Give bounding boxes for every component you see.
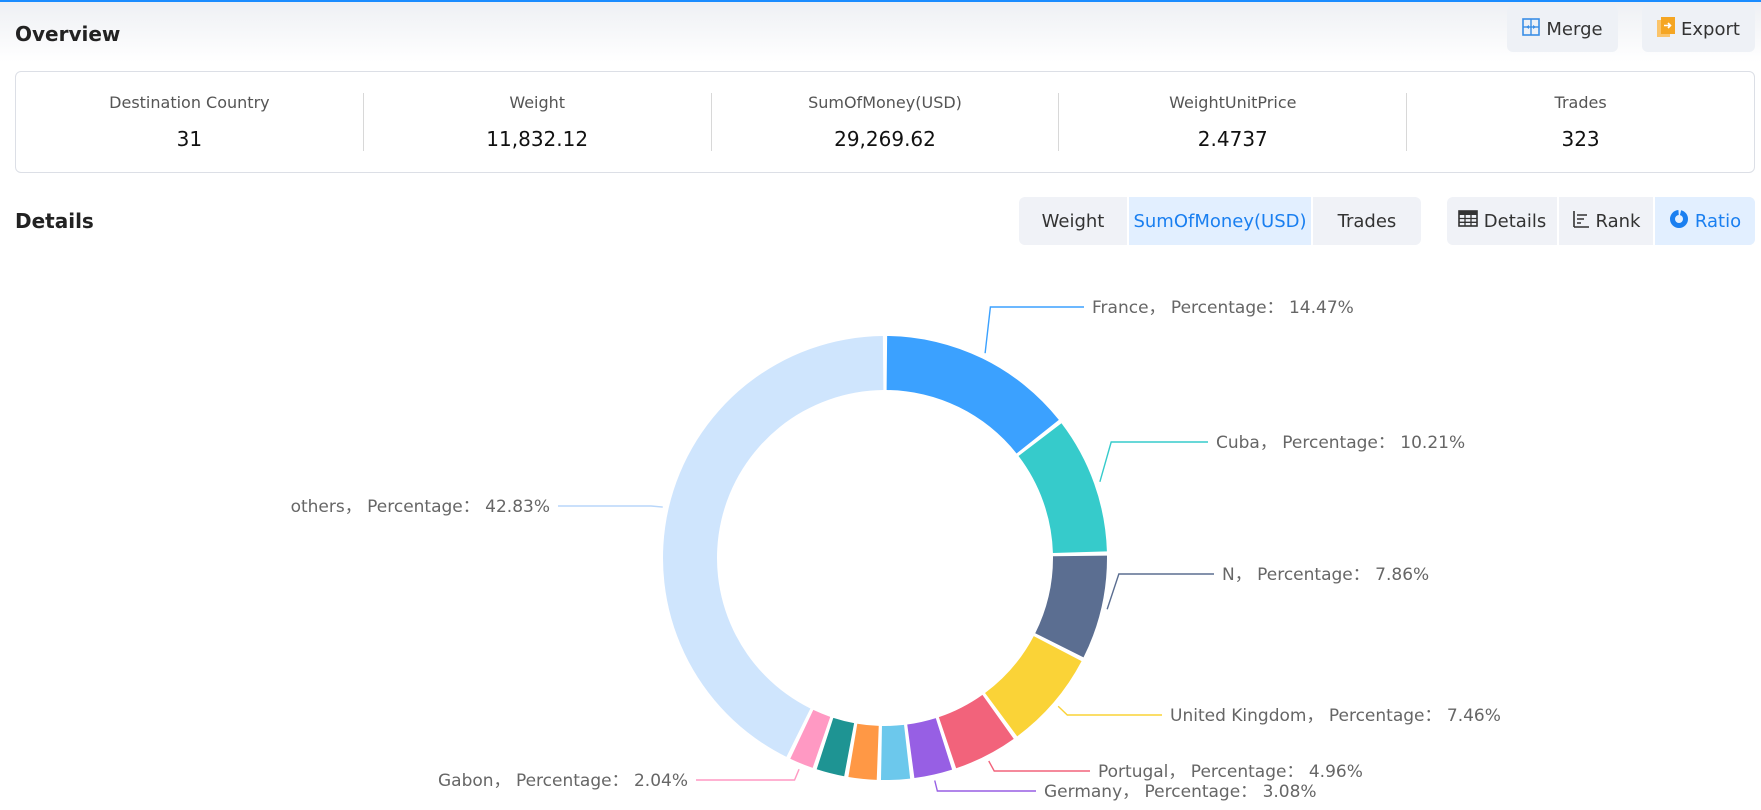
label-germany: Germany， Percentage： 3.08% [1044, 782, 1317, 802]
stat-destination-country: Destination Country 31 [16, 93, 363, 151]
stat-sum-of-money: SumOfMoney(USD) 29,269.62 [710, 93, 1059, 151]
tab-ratio[interactable]: Ratio [1653, 197, 1755, 245]
leader-line-united-kingdom [1057, 705, 1162, 716]
label-portugal: Portugal， Percentage： 4.96% [1098, 762, 1363, 782]
label-cuba: Cuba， Percentage： 10.21% [1216, 433, 1465, 453]
donut-icon [1669, 209, 1689, 234]
leader-line-n [1106, 573, 1214, 610]
slice-unlabeled-6[interactable] [880, 724, 911, 781]
tab-rank-label: Rank [1595, 210, 1641, 232]
tab-details[interactable]: Details [1447, 197, 1557, 245]
leader-line-germany [934, 780, 1036, 792]
stat-weight: Weight 11,832.12 [362, 93, 711, 151]
label-leader-lines [558, 306, 1214, 792]
leader-line-cuba [1099, 441, 1208, 482]
overview-stats-card: Destination Country 31 Weight 11,832.12 … [15, 71, 1755, 173]
stat-label: Destination Country [109, 93, 270, 112]
view-tab-group: Details Rank Ratio [1447, 197, 1755, 245]
export-label: Export [1681, 18, 1740, 40]
tab-trades[interactable]: Trades [1311, 197, 1421, 245]
stat-weight-unit-price: WeightUnitPrice 2.4737 [1058, 93, 1406, 151]
leader-line-gabon [696, 768, 800, 781]
overview-title: Overview [15, 22, 121, 46]
table-icon [1457, 210, 1478, 232]
metric-tab-group: Weight SumOfMoney(USD) Trades [1019, 197, 1421, 245]
stat-value: 2.4737 [1197, 127, 1268, 151]
slice-unlabeled-7[interactable] [848, 723, 879, 780]
label-gabon: Gabon， Percentage： 2.04% [438, 771, 688, 791]
export-button[interactable]: Export [1642, 6, 1755, 52]
stat-label: Trades [1554, 93, 1607, 112]
label-n: N， Percentage： 7.86% [1222, 565, 1429, 585]
export-icon [1657, 16, 1676, 42]
leader-line-others [558, 505, 663, 508]
merge-label: Merge [1546, 18, 1603, 40]
slice-cuba[interactable] [1018, 423, 1107, 554]
stat-label: SumOfMoney(USD) [808, 93, 962, 112]
rank-bars-icon [1572, 210, 1590, 233]
leader-line-france [984, 306, 1084, 354]
donut-chart: France， Percentage： 14.47% Cuba， Percenta… [291, 298, 1501, 802]
leader-line-portugal [988, 760, 1090, 772]
label-france: France， Percentage： 14.47% [1092, 298, 1354, 318]
label-others: others， Percentage： 42.83% [291, 497, 550, 517]
label-united-kingdom: United Kingdom， Percentage： 7.46% [1170, 706, 1501, 726]
details-title: Details [15, 209, 94, 233]
tab-weight[interactable]: Weight [1019, 197, 1127, 245]
merge-button[interactable]: Merge [1507, 6, 1618, 52]
tab-sum-of-money[interactable]: SumOfMoney(USD) [1127, 197, 1311, 245]
tab-details-label: Details [1483, 210, 1547, 232]
stat-value: 31 [176, 127, 203, 151]
merge-icon [1522, 17, 1541, 41]
slice-n[interactable] [1035, 555, 1108, 658]
slice-others[interactable] [663, 336, 884, 757]
stat-value: 11,832.12 [486, 127, 589, 151]
slice-france[interactable] [886, 336, 1059, 454]
tab-ratio-label: Ratio [1694, 210, 1742, 232]
donut-slices [663, 336, 1108, 781]
header-background [0, 2, 1761, 62]
stat-value: 323 [1561, 127, 1600, 151]
stat-label: WeightUnitPrice [1169, 93, 1297, 112]
stat-label: Weight [509, 93, 566, 112]
stat-trades: Trades 323 [1406, 93, 1754, 151]
tab-rank[interactable]: Rank [1557, 197, 1653, 245]
stat-value: 29,269.62 [834, 127, 936, 151]
